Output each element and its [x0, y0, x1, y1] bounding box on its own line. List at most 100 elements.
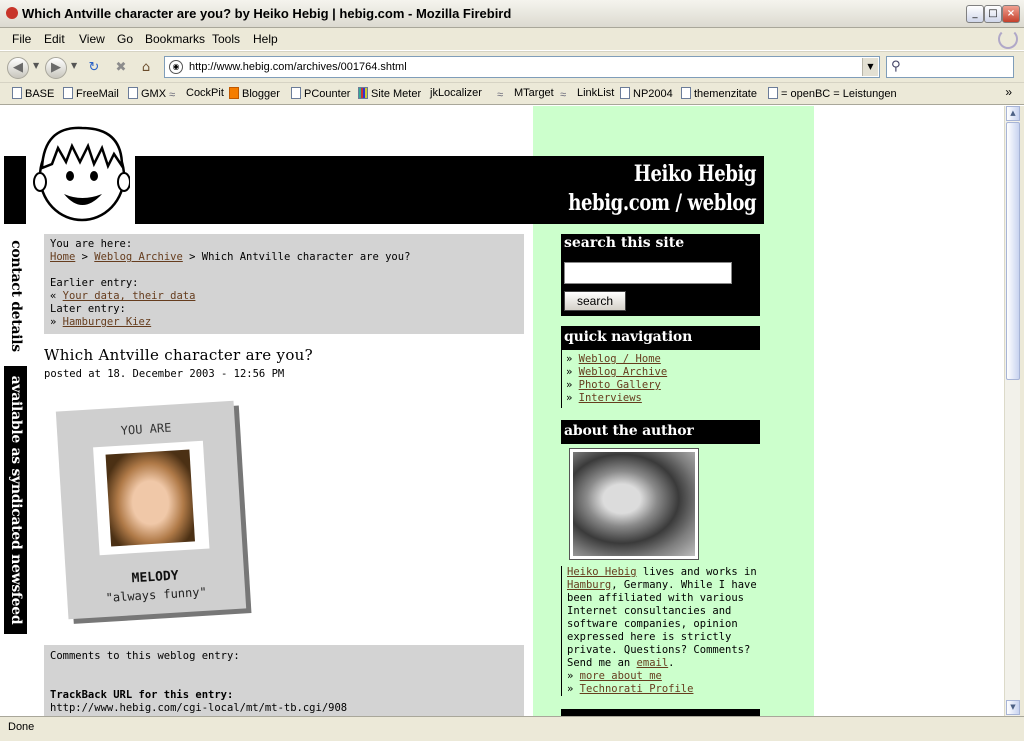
home-icon[interactable]: ⌂ — [136, 58, 156, 78]
sitemeter-icon — [358, 87, 368, 99]
nav-link[interactable]: Interviews — [579, 392, 642, 404]
menu-bookmarks[interactable]: Bookmarks — [145, 32, 205, 46]
page-icon — [128, 87, 138, 99]
bookmark-item[interactable]: NP2004 — [620, 87, 673, 100]
bookmark-label: = openBC = Leistungen — [781, 88, 897, 100]
page-proxy-icon: ◉ — [169, 60, 183, 74]
navigation-toolbar: ◀ ▼ ▶ ▼ ↻ ✖ ⌂ ◉ http://www.hebig.com/arc… — [0, 51, 1024, 83]
nav-link[interactable]: Photo Gallery — [579, 379, 661, 391]
search-panel-title: search this site — [564, 235, 685, 251]
back-dropdown-icon[interactable]: ▼ — [33, 61, 39, 70]
menu-view[interactable]: View — [79, 32, 105, 46]
bookmark-item[interactable]: themenzitate — [681, 87, 757, 100]
page-icon — [681, 87, 691, 99]
later-entry-link[interactable]: Hamburger Kiez — [63, 316, 152, 328]
menu-bar: File Edit View Go Bookmarks Tools Help — [0, 28, 1024, 50]
bookmark-item[interactable]: ≈ LinkList — [560, 87, 614, 101]
bookmark-label: FreeMail — [76, 88, 119, 100]
bookmark-label: Blogger — [242, 88, 280, 100]
stop-icon[interactable]: ✖ — [111, 58, 131, 78]
bookmark-item[interactable]: ≈ MTarget — [497, 87, 554, 101]
about-author-title: about the author — [561, 420, 760, 444]
bookmark-label: BASE — [25, 88, 55, 100]
post-title: Which Antville character are you? — [44, 346, 313, 364]
comments-box: Comments to this weblog entry: TrackBack… — [44, 645, 524, 716]
bookmark-label: Site Meter — [371, 88, 422, 100]
forward-dropdown-icon[interactable]: ▼ — [71, 61, 77, 70]
address-dropdown-icon[interactable]: ▼ — [862, 58, 878, 76]
author-name-link[interactable]: Heiko Hebig — [567, 566, 637, 578]
bookmark-item[interactable]: GMX — [128, 87, 166, 100]
newsfeed-tab[interactable]: available as syndicated newsfeed — [4, 366, 27, 634]
window-titlebar: Which Antville character are you? by Hei… — [0, 0, 1024, 28]
earlier-entry-link[interactable]: Your data, their data — [63, 290, 196, 302]
antville-character-card: YOU ARE MELODY "always funny" — [55, 400, 247, 620]
bio-period: . — [668, 657, 675, 669]
breadcrumb-box: You are here: Home > Weblog Archive > Wh… — [44, 234, 524, 334]
bookmark-item[interactable]: ≈ CockPit — [169, 87, 224, 101]
bookmark-item[interactable]: Blogger — [229, 87, 280, 100]
header-banner: Heiko Hebig hebig.com / weblog — [135, 156, 764, 224]
menu-tools[interactable]: Tools — [212, 32, 240, 46]
back-icon[interactable]: ◀ — [7, 57, 29, 79]
technorati-profile-link[interactable]: Technorati Profile — [580, 683, 694, 695]
bookmark-item[interactable]: Site Meter — [358, 87, 421, 100]
blogger-icon — [229, 87, 239, 99]
menu-go[interactable]: Go — [117, 32, 133, 46]
firebird-app-icon — [6, 7, 18, 19]
more-about-me-link[interactable]: more about me — [580, 670, 662, 682]
scroll-down-icon[interactable]: ▼ — [1006, 700, 1020, 715]
email-link[interactable]: email — [637, 657, 669, 669]
bookmark-item[interactable]: PCounter — [291, 87, 350, 100]
address-input[interactable]: http://www.hebig.com/archives/001764.sht… — [189, 61, 407, 73]
list-item: » Weblog / Home — [566, 353, 661, 365]
maximize-icon[interactable]: □ — [984, 5, 1002, 23]
contact-details-label: contact details — [7, 240, 24, 352]
site-search-input[interactable] — [564, 262, 732, 284]
hamburg-link[interactable]: Hamburg — [567, 579, 611, 591]
author-bio: Heiko Hebig lives and works in Hamburg, … — [561, 566, 766, 696]
later-entry-row: » Hamburger Kiez — [50, 316, 518, 329]
bookmark-item[interactable]: jkLocalizer — [430, 87, 482, 99]
card-you-are: YOU ARE — [120, 420, 172, 438]
earlier-entry-label: Earlier entry: — [50, 277, 139, 289]
page-icon — [620, 87, 630, 99]
nav-link[interactable]: Weblog / Home — [579, 353, 661, 365]
forward-icon[interactable]: ▶ — [45, 57, 67, 79]
minimize-icon[interactable]: _ — [966, 5, 984, 23]
bookmark-item[interactable]: BASE — [12, 87, 54, 100]
list-item: » Weblog Archive — [566, 366, 668, 378]
status-text: Done — [8, 721, 35, 733]
bookmark-item[interactable]: = openBC = Leistungen — [768, 87, 897, 100]
earlier-entry-row: « Your data, their data — [50, 290, 518, 303]
breadcrumb-home-link[interactable]: Home — [50, 251, 75, 263]
page-viewport: Heiko Hebig hebig.com / weblog contact d… — [4, 106, 1004, 716]
menu-edit[interactable]: Edit — [44, 32, 65, 46]
vertical-scrollbar[interactable]: ▲ ▼ — [1004, 106, 1020, 716]
scrollbar-thumb[interactable] — [1006, 122, 1020, 380]
nav-link[interactable]: Weblog Archive — [579, 366, 668, 378]
close-icon[interactable]: × — [1002, 5, 1020, 23]
author-photo-image — [573, 452, 695, 556]
toolbar-search-box[interactable]: ⚲ — [886, 56, 1014, 78]
address-bar[interactable]: ◉ http://www.hebig.com/archives/001764.s… — [164, 56, 880, 78]
menu-file[interactable]: File — [12, 32, 31, 46]
bookmark-item[interactable]: FreeMail — [63, 87, 119, 100]
list-item: » Interviews — [566, 392, 642, 404]
you-are-here-label: You are here: — [50, 238, 133, 250]
bookmark-label: GMX — [141, 88, 167, 100]
wave-icon: ≈ — [169, 89, 176, 101]
contact-details-tab[interactable]: contact details — [4, 236, 27, 356]
trackback-label: TrackBack URL for this entry: — [50, 689, 234, 701]
scroll-up-icon[interactable]: ▲ — [1006, 106, 1020, 121]
site-search-button[interactable]: search — [564, 291, 626, 311]
page-icon — [63, 87, 73, 99]
breadcrumb-separator: > — [81, 251, 88, 263]
page-icon — [291, 87, 301, 99]
reload-icon[interactable]: ↻ — [84, 58, 104, 78]
chevron-more-icon[interactable]: » — [1005, 85, 1012, 99]
quick-navigation: quick navigation » Weblog / Home » Weblo… — [561, 326, 760, 408]
page-icon — [768, 87, 778, 99]
menu-help[interactable]: Help — [253, 32, 278, 46]
breadcrumb-archive-link[interactable]: Weblog Archive — [94, 251, 183, 263]
